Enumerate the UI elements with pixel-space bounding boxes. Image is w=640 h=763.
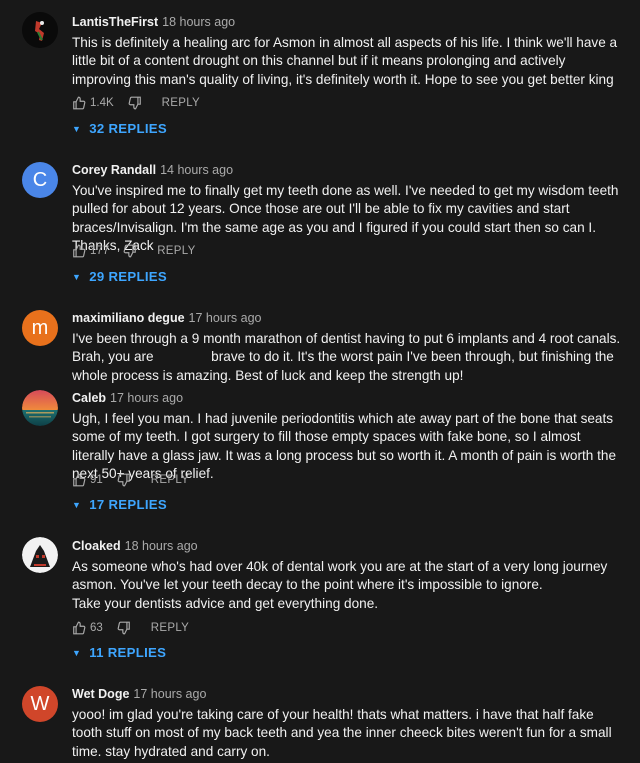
reply-button[interactable]: REPLY <box>151 474 189 486</box>
view-replies-button[interactable]: ▼ 32 REPLIES <box>72 121 167 136</box>
avatar[interactable] <box>22 537 58 573</box>
thumb-up-icon[interactable] <box>72 621 86 635</box>
caret-down-icon: ▼ <box>72 499 82 510</box>
thumb-down-icon[interactable] <box>128 96 142 110</box>
comment-author[interactable]: Cloaked <box>72 539 121 553</box>
comment-text-part: brave to do it. It's the worst pain I've… <box>72 349 614 383</box>
comment-time[interactable]: 17 hours ago <box>189 311 262 325</box>
thumb-down-icon[interactable] <box>117 473 131 487</box>
comment-author[interactable]: Corey Randall <box>72 163 156 177</box>
comment-time[interactable]: 18 hours ago <box>162 15 235 29</box>
avatar[interactable] <box>22 12 58 48</box>
reply-button[interactable]: REPLY <box>157 245 195 257</box>
avatar[interactable]: W <box>22 686 58 722</box>
avatar[interactable]: m <box>22 310 58 346</box>
view-replies-button[interactable]: ▼ 29 REPLIES <box>72 269 167 284</box>
replies-label: 29 REPLIES <box>89 269 167 284</box>
comment-text: As someone who's had over 40k of dental … <box>72 559 608 611</box>
comment-time[interactable]: 17 hours ago <box>110 391 183 405</box>
like-count: 1.4K <box>90 97 114 109</box>
thumb-down-icon[interactable] <box>123 244 137 258</box>
replies-label: 17 REPLIES <box>89 497 167 512</box>
avatar[interactable] <box>22 390 58 426</box>
thumb-up-icon[interactable] <box>72 244 86 258</box>
view-replies-button[interactable]: ▼ 11 REPLIES <box>72 645 166 660</box>
thumb-down-icon[interactable] <box>117 621 131 635</box>
comment-text: yooo! im glad you're taking care of your… <box>72 707 612 759</box>
avatar-letter: W <box>30 692 50 715</box>
like-count: 177 <box>90 245 110 257</box>
comment-text: This is definitely a healing arc for Asm… <box>72 35 618 87</box>
avatar-letter: C <box>32 168 48 191</box>
comment-time[interactable]: 17 hours ago <box>133 687 206 701</box>
reply-button[interactable]: REPLY <box>151 622 189 634</box>
thumb-up-icon[interactable] <box>72 96 86 110</box>
comment-author[interactable]: maximiliano degue <box>72 311 185 325</box>
like-count: 63 <box>90 622 103 634</box>
comment-author[interactable]: Wet Doge <box>72 687 129 701</box>
comment-time[interactable]: 18 hours ago <box>125 539 198 553</box>
comment-time[interactable]: 14 hours ago <box>160 163 233 177</box>
replies-label: 32 REPLIES <box>89 121 167 136</box>
like-count: 91 <box>90 474 103 486</box>
comment-text: I've been through a 9 month marathon of … <box>72 330 622 385</box>
reply-button[interactable]: REPLY <box>162 97 200 109</box>
view-replies-button[interactable]: ▼ 17 REPLIES <box>72 497 167 512</box>
avatar-letter: m <box>31 316 49 339</box>
caret-down-icon: ▼ <box>72 647 82 658</box>
comment-author[interactable]: LantisTheFirst <box>72 15 158 29</box>
caret-down-icon: ▼ <box>72 271 82 282</box>
avatar[interactable]: C <box>22 162 58 198</box>
thumb-up-icon[interactable] <box>72 473 86 487</box>
replies-label: 11 REPLIES <box>89 645 167 660</box>
comment-author[interactable]: Caleb <box>72 391 106 405</box>
caret-down-icon: ▼ <box>72 123 82 134</box>
